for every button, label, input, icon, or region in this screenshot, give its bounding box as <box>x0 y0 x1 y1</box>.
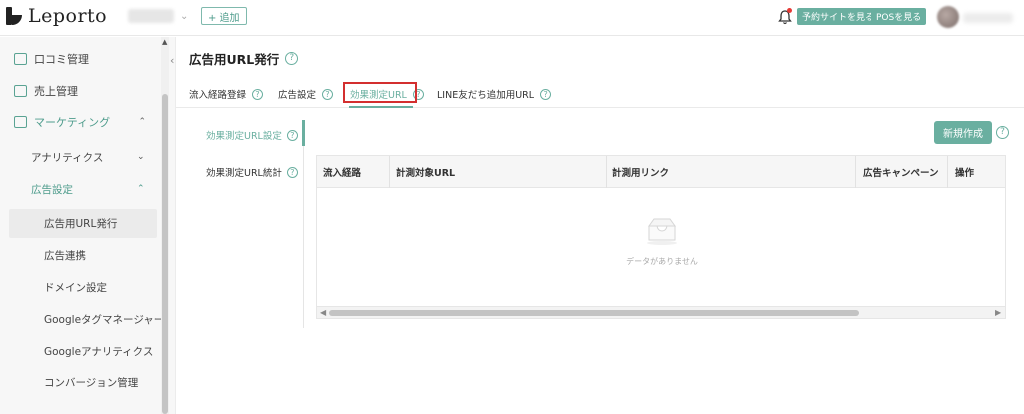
measurement-url-table: 流入経路 計測対象URL 計測用リンク 広告キャンペーン 操作 データがありませ… <box>316 155 1006 319</box>
sidebar-item-label: マーケティング <box>34 116 111 129</box>
sidebar-item-analytics[interactable]: アナリティクス ⌄ <box>31 143 151 171</box>
notification-dot <box>787 8 792 13</box>
table-horizontal-scrollbar[interactable]: ◀ ▶ <box>317 306 1005 318</box>
sidebar-item-ad-integration[interactable]: 広告連携 <box>44 241 86 269</box>
help-icon[interactable]: ? <box>540 88 552 100</box>
subnav-url-stats[interactable]: 効果測定URL統計 ? <box>206 165 298 179</box>
column-header-measure-link: 計測用リンク <box>612 168 670 179</box>
sidebar-item-reviews[interactable]: 口コミ管理 <box>0 45 160 73</box>
subnav-url-settings[interactable]: 効果測定URL設定 ? <box>206 128 298 142</box>
top-header: Leporto ⌄ + 追加 予約サイトを見る POSを見る <box>0 0 1024 36</box>
add-button[interactable]: + 追加 <box>201 7 247 25</box>
sidebar-item-label: Googleタグマネージャー <box>44 313 165 326</box>
help-icon[interactable]: ? <box>286 129 298 141</box>
avatar[interactable] <box>937 6 959 28</box>
comment-icon <box>14 53 27 65</box>
sidebar-item-ad-settings[interactable]: 広告設定 ⌃ <box>31 175 151 203</box>
store-selector[interactable]: ⌄ <box>128 9 188 23</box>
tab-line-url[interactable]: LINE友だち追加用URL ? <box>437 87 552 101</box>
logo-text: Leporto <box>28 5 108 27</box>
app-logo[interactable]: Leporto <box>6 5 107 27</box>
sidebar-item-domain[interactable]: ドメイン設定 <box>44 273 107 301</box>
chart-icon <box>14 85 27 97</box>
sidebar-item-conversion[interactable]: コンバージョン管理 <box>44 368 138 396</box>
tab-inflow-registration[interactable]: 流入経路登録 ? <box>189 87 264 101</box>
help-icon[interactable]: ? <box>252 88 264 100</box>
scroll-right-icon[interactable]: ▶ <box>995 308 1001 317</box>
store-name-blurred <box>128 9 174 23</box>
tab-label: 流入経路登録 <box>189 90 247 101</box>
sidebar-item-label: 口コミ管理 <box>34 53 89 66</box>
sidebar-item-label: Googleアナリティクス <box>44 345 154 358</box>
sidebar-scroll-thumb[interactable] <box>162 94 168 414</box>
help-icon[interactable]: ? <box>996 126 1009 139</box>
sidebar-item-marketing[interactable]: マーケティング ⌃ <box>0 108 160 136</box>
sidebar-item-label: 売上管理 <box>34 85 78 98</box>
page-title-text: 広告用URL発行 <box>189 52 280 67</box>
chevron-up-icon: ⌃ <box>138 117 146 127</box>
leporto-logo-icon <box>6 7 22 25</box>
sidebar-item-ad-url[interactable]: 広告用URL発行 <box>44 209 117 237</box>
column-header-inflow: 流入経路 <box>323 168 362 179</box>
empty-state: データがありません <box>607 216 717 267</box>
column-header-target-url: 計測対象URL <box>396 168 456 179</box>
scroll-up-icon[interactable]: ▲ <box>162 38 167 46</box>
sidebar-item-label: 広告用URL発行 <box>44 217 118 230</box>
marketing-icon <box>14 116 27 128</box>
sidebar-item-label: 広告連携 <box>44 249 86 262</box>
help-icon[interactable]: ? <box>285 52 299 65</box>
help-icon[interactable]: ? <box>286 166 298 178</box>
help-icon[interactable]: ? <box>322 88 334 100</box>
highlight-annotation-box <box>343 82 417 103</box>
create-new-button[interactable]: 新規作成 <box>934 121 992 144</box>
view-pos-button[interactable]: POSを見る <box>871 8 927 25</box>
chevron-down-icon: ⌄ <box>137 152 145 162</box>
column-header-campaign: 広告キャンペーン <box>863 168 939 179</box>
inbox-icon <box>647 218 677 245</box>
column-header-actions: 操作 <box>955 168 975 179</box>
chevron-left-icon[interactable]: ‹ <box>170 54 180 67</box>
tab-ad-settings[interactable]: 広告設定 ? <box>278 87 334 101</box>
subnav-label: 効果測定URL統計 <box>206 168 282 179</box>
sidebar-item-label: アナリティクス <box>31 151 104 164</box>
sidebar-item-label: ドメイン設定 <box>44 281 107 294</box>
tab-label: 広告設定 <box>278 90 317 101</box>
subnav-label: 効果測定URL設定 <box>206 131 282 142</box>
table-scroll-thumb[interactable] <box>329 310 859 316</box>
chevron-up-icon: ⌃ <box>137 184 145 194</box>
user-name-blurred[interactable] <box>963 13 1013 23</box>
table-header: 流入経路 計測対象URL 計測用リンク 広告キャンペーン 操作 <box>317 156 1005 188</box>
scroll-left-icon[interactable]: ◀ <box>320 308 326 317</box>
view-reservation-site-button[interactable]: 予約サイトを見る <box>797 8 880 25</box>
sidebar-item-ga[interactable]: Googleアナリティクス <box>44 337 153 365</box>
subnav-divider <box>303 120 304 328</box>
sidebar-item-gtm[interactable]: Googleタグマネージャー <box>44 305 164 333</box>
page-title: 広告用URL発行 ? <box>189 49 299 68</box>
chevron-down-icon: ⌄ <box>180 10 189 22</box>
sidebar-item-label: 広告設定 <box>31 183 73 196</box>
tab-label: LINE友だち追加用URL <box>437 90 535 101</box>
subnav-active-indicator <box>302 120 305 146</box>
sidebar-item-label: コンバージョン管理 <box>44 376 139 389</box>
empty-state-text: データがありません <box>626 257 698 266</box>
active-tab-underline <box>349 106 413 108</box>
sidebar-item-sales[interactable]: 売上管理 <box>0 77 160 105</box>
